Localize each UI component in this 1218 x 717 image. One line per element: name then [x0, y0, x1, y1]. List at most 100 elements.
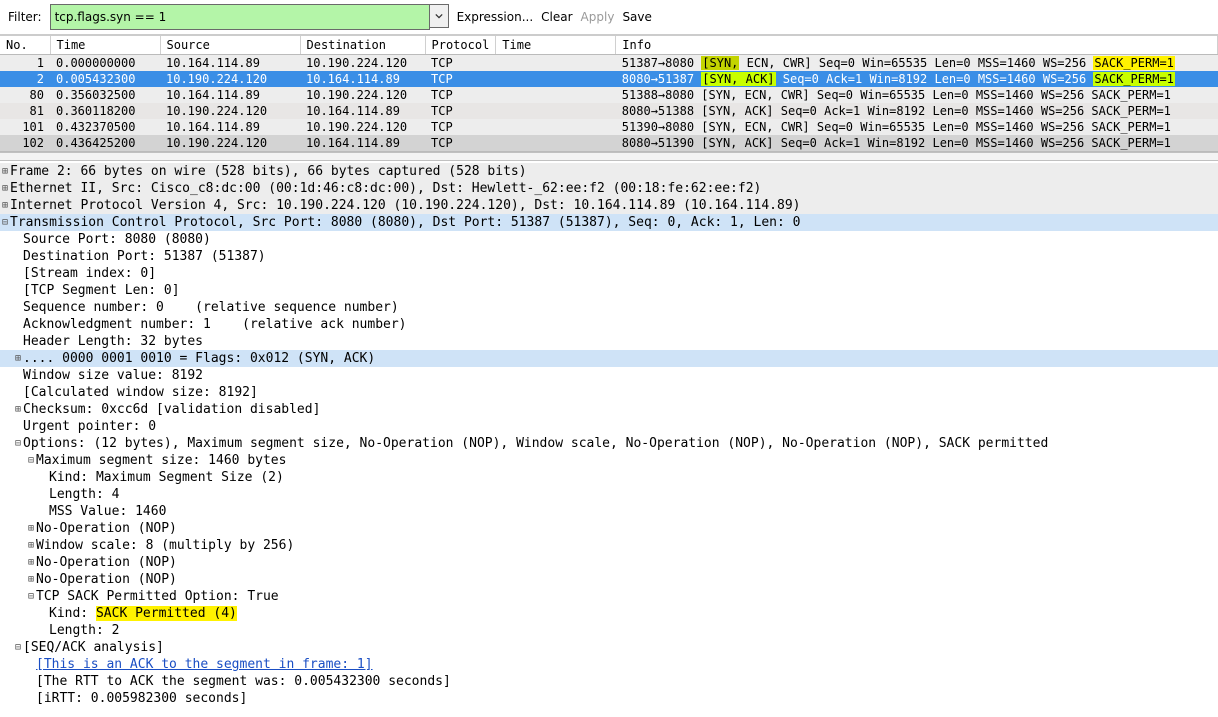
packet-row[interactable]: 810.36011820010.190.224.12010.164.114.89… — [0, 103, 1218, 119]
tree-label: No-Operation (NOP) — [36, 554, 177, 571]
packet-cell — [496, 87, 616, 103]
tree-label: [SEQ/ACK analysis] — [23, 639, 164, 656]
packet-row[interactable]: 1020.43642520010.190.224.12010.164.114.8… — [0, 135, 1218, 151]
tree-label: Window size value: 8192 — [23, 367, 203, 384]
packet-cell: 0.000000000 — [50, 55, 160, 72]
tree-label: Destination Port: 51387 (51387) — [23, 248, 266, 265]
tree-label: Internet Protocol Version 4, Src: 10.190… — [10, 197, 801, 214]
packet-cell: 10.190.224.120 — [300, 87, 425, 103]
tree-twisty[interactable]: ⊞ — [26, 537, 36, 554]
tree-twisty[interactable]: ⊟ — [13, 639, 23, 656]
col-time2[interactable]: Time — [496, 36, 616, 55]
sack-badge: SACK_PERM=1 — [1093, 72, 1174, 86]
packet-cell: 0.436425200 — [50, 135, 160, 151]
tree-twisty[interactable]: ⊞ — [13, 401, 23, 418]
tree-twisty[interactable]: ⊞ — [13, 350, 23, 367]
tree-label: Kind: SACK Permitted (4) — [49, 605, 237, 622]
tree-twisty — [26, 690, 36, 707]
tree-twisty — [13, 384, 23, 401]
tree-twisty[interactable]: ⊞ — [26, 571, 36, 588]
opt-mss-val[interactable]: MSS Value: 1460 — [0, 503, 1218, 520]
tree-label: [Stream index: 0] — [23, 265, 156, 282]
apply-button[interactable]: Apply — [581, 10, 615, 24]
opt-sackperm-kind[interactable]: Kind: SACK Permitted (4) — [0, 605, 1218, 622]
col-time[interactable]: Time — [50, 36, 160, 55]
tcp-srcport[interactable]: Source Port: 8080 (8080) — [0, 231, 1218, 248]
filter-input[interactable] — [50, 4, 430, 30]
frame-link[interactable]: [This is an ACK to the segment in frame:… — [36, 657, 373, 672]
sack-badge: SACK_PERM=1 — [1091, 88, 1170, 102]
opt-nop1[interactable]: ⊞No-Operation (NOP) — [0, 520, 1218, 537]
flag-badge: [SYN, — [701, 104, 737, 118]
ethernet-summary[interactable]: ⊞Ethernet II, Src: Cisco_c8:dc:00 (00:1d… — [0, 180, 1218, 197]
packet-info: 51390→8080 [SYN, ECN, CWR] Seq=0 Win=655… — [616, 119, 1218, 135]
packet-cell: 10.190.224.120 — [300, 55, 425, 72]
tcp-flags[interactable]: ⊞.... 0000 0001 0010 = Flags: 0x012 (SYN… — [0, 350, 1218, 367]
tcp-win[interactable]: Window size value: 8192 — [0, 367, 1218, 384]
tree-label: Kind: Maximum Segment Size (2) — [49, 469, 284, 486]
tcp-stream[interactable]: [Stream index: 0] — [0, 265, 1218, 282]
col-proto[interactable]: Protocol — [425, 36, 496, 55]
save-button[interactable]: Save — [622, 10, 651, 24]
tree-label: [TCP Segment Len: 0] — [23, 282, 180, 299]
filter-dropdown-button[interactable] — [430, 4, 449, 28]
tcp-summary[interactable]: ⊟Transmission Control Protocol, Src Port… — [0, 214, 1218, 231]
sack-badge: SACK_PERM=1 — [1091, 120, 1170, 134]
col-info[interactable]: Info — [616, 36, 1218, 55]
tree-twisty[interactable]: ⊞ — [0, 180, 10, 197]
tree-twisty[interactable]: ⊞ — [26, 554, 36, 571]
packet-info: 8080→51390 [SYN, ACK] Seq=0 Ack=1 Win=81… — [616, 135, 1218, 151]
pane-splitter[interactable] — [0, 152, 1218, 161]
tree-twisty[interactable]: ⊟ — [0, 214, 10, 231]
tree-label: Checksum: 0xcc6d [validation disabled] — [23, 401, 320, 418]
opt-mss[interactable]: ⊟Maximum segment size: 1460 bytes — [0, 452, 1218, 469]
col-no[interactable]: No. — [0, 36, 50, 55]
sack-badge: SACK_PERM=1 — [1091, 104, 1170, 118]
tcp-seq[interactable]: Sequence number: 0 (relative sequence nu… — [0, 299, 1218, 316]
tcp-checksum[interactable]: ⊞Checksum: 0xcc6d [validation disabled] — [0, 401, 1218, 418]
packet-row[interactable]: 10.00000000010.164.114.8910.190.224.120T… — [0, 55, 1218, 72]
seqack-link[interactable]: [This is an ACK to the segment in frame:… — [0, 656, 1218, 673]
opt-nop2[interactable]: ⊞No-Operation (NOP) — [0, 554, 1218, 571]
frame-summary[interactable]: ⊞Frame 2: 66 bytes on wire (528 bits), 6… — [0, 163, 1218, 180]
opt-sackperm-len[interactable]: Length: 2 — [0, 622, 1218, 639]
tree-label: Ethernet II, Src: Cisco_c8:dc:00 (00:1d:… — [10, 180, 761, 197]
packet-row[interactable]: 1010.43237050010.164.114.8910.190.224.12… — [0, 119, 1218, 135]
packet-cell: 0.360118200 — [50, 103, 160, 119]
col-src[interactable]: Source — [160, 36, 300, 55]
packet-row[interactable]: 800.35603250010.164.114.8910.190.224.120… — [0, 87, 1218, 103]
seqack[interactable]: ⊟[SEQ/ACK analysis] — [0, 639, 1218, 656]
tcp-dstport[interactable]: Destination Port: 51387 (51387) — [0, 248, 1218, 265]
chevron-down-icon — [435, 12, 443, 20]
tree-twisty[interactable]: ⊞ — [0, 163, 10, 180]
opt-mss-len[interactable]: Length: 4 — [0, 486, 1218, 503]
clear-button[interactable]: Clear — [541, 10, 572, 24]
opt-mss-kind[interactable]: Kind: Maximum Segment Size (2) — [0, 469, 1218, 486]
flag-badge: [SYN, — [701, 120, 737, 134]
tcp-options[interactable]: ⊟Options: (12 bytes), Maximum segment si… — [0, 435, 1218, 452]
tree-twisty[interactable]: ⊞ — [0, 197, 10, 214]
seqack-rtt[interactable]: [The RTT to ACK the segment was: 0.00543… — [0, 673, 1218, 690]
tree-twisty[interactable]: ⊟ — [26, 452, 36, 469]
tcp-seglen[interactable]: [TCP Segment Len: 0] — [0, 282, 1218, 299]
packet-info: 51388→8080 [SYN, ECN, CWR] Seq=0 Win=655… — [616, 87, 1218, 103]
tree-twisty[interactable]: ⊟ — [13, 435, 23, 452]
tcp-cwin[interactable]: [Calculated window size: 8192] — [0, 384, 1218, 401]
ip-summary[interactable]: ⊞Internet Protocol Version 4, Src: 10.19… — [0, 197, 1218, 214]
tree-twisty[interactable]: ⊟ — [26, 588, 36, 605]
seqack-irtt[interactable]: [iRTT: 0.005982300 seconds] — [0, 690, 1218, 707]
expression-button[interactable]: Expression... — [457, 10, 534, 24]
packet-cell: 10.164.114.89 — [300, 71, 425, 87]
tcp-ack[interactable]: Acknowledgment number: 1 (relative ack n… — [0, 316, 1218, 333]
sack-badge: SACK_PERM=1 — [1091, 136, 1170, 150]
tree-label: Window scale: 8 (multiply by 256) — [36, 537, 294, 554]
tree-twisty[interactable]: ⊞ — [26, 520, 36, 537]
opt-wscale[interactable]: ⊞Window scale: 8 (multiply by 256) — [0, 537, 1218, 554]
tcp-urgent[interactable]: Urgent pointer: 0 — [0, 418, 1218, 435]
opt-sackperm[interactable]: ⊟TCP SACK Permitted Option: True — [0, 588, 1218, 605]
tree-twisty — [39, 486, 49, 503]
opt-nop3[interactable]: ⊞No-Operation (NOP) — [0, 571, 1218, 588]
col-dst[interactable]: Destination — [300, 36, 425, 55]
packet-row[interactable]: 20.00543230010.190.224.12010.164.114.89T… — [0, 71, 1218, 87]
tcp-hlen[interactable]: Header Length: 32 bytes — [0, 333, 1218, 350]
